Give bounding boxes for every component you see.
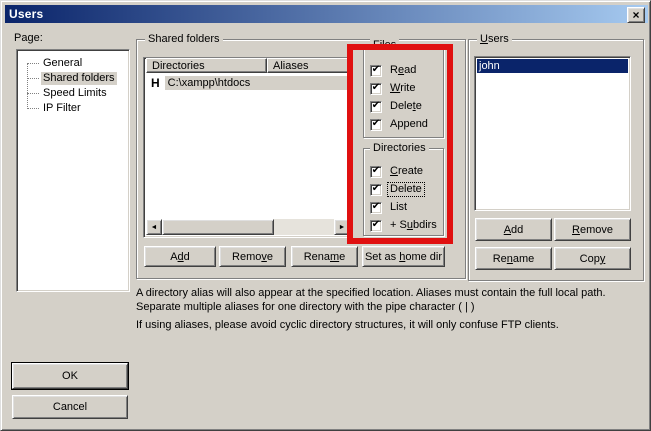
files-append-row: ✔ Append xyxy=(370,118,430,131)
files-group-label: Files xyxy=(370,39,399,52)
files-delete-row: ✔ Delete xyxy=(370,100,424,113)
arrow-left-icon: ◄ xyxy=(151,224,158,231)
set-as-home-dir-button[interactable]: Set as home dir xyxy=(362,246,445,267)
alias-info-text: A directory alias will also appear at th… xyxy=(136,286,648,314)
tree-item-label: Speed Limits xyxy=(41,87,109,100)
arrow-right-icon: ► xyxy=(339,224,346,231)
tree-item-label: General xyxy=(41,57,84,70)
dirs-delete-row: ✔ Delete xyxy=(370,183,424,196)
ok-button[interactable]: OK xyxy=(12,363,128,389)
dir-delete-label: Delete xyxy=(388,183,424,196)
copy-user-button[interactable]: Copy xyxy=(554,247,631,270)
user-row-selected[interactable]: john xyxy=(477,59,628,73)
file-delete-checkbox[interactable]: ✔ xyxy=(370,101,382,113)
read-label: Read xyxy=(388,64,418,77)
shared-folders-group-label: Shared folders xyxy=(145,33,223,46)
create-label: Create xyxy=(388,165,425,178)
files-write-row: ✔ Write xyxy=(370,82,417,95)
rename-user-button[interactable]: Rename xyxy=(475,247,552,270)
column-header-directories[interactable]: Directories xyxy=(146,58,267,73)
users-list[interactable]: john xyxy=(474,56,631,211)
read-checkbox[interactable]: ✔ xyxy=(370,65,382,77)
folder-row[interactable]: H C:\xampp\htdocs xyxy=(146,75,350,90)
files-read-row: ✔ Read xyxy=(370,64,418,77)
close-button[interactable]: × xyxy=(627,7,645,23)
tree-item-speed-limits[interactable]: Speed Limits xyxy=(17,86,129,101)
list-checkbox[interactable]: ✔ xyxy=(370,202,382,214)
remove-folder-button[interactable]: Remove xyxy=(219,246,286,267)
subdirs-label: + Subdirs xyxy=(388,219,439,232)
close-icon: × xyxy=(632,10,639,20)
write-label: Write xyxy=(388,82,417,95)
dir-delete-checkbox[interactable]: ✔ xyxy=(370,184,382,196)
directories-group-label: Directories xyxy=(370,142,429,155)
dirs-list-row: ✔ List xyxy=(370,201,409,214)
list-label: List xyxy=(388,201,409,214)
dirs-create-row: ✔ Create xyxy=(370,165,425,178)
tree-item-label-selected: Shared folders xyxy=(41,72,117,85)
page-tree: General Shared folders Speed Limits IP F… xyxy=(16,49,130,292)
scroll-right-button[interactable]: ► xyxy=(334,219,350,235)
tree-item-general[interactable]: General xyxy=(17,56,129,71)
add-folder-button[interactable]: Add xyxy=(144,246,216,267)
title-bar: Users × xyxy=(5,5,648,23)
write-checkbox[interactable]: ✔ xyxy=(370,83,382,95)
scrollbar-thumb[interactable] xyxy=(162,219,274,235)
page-label: Page: xyxy=(14,32,43,44)
users-group-label: Users xyxy=(477,33,512,46)
scroll-left-button[interactable]: ◄ xyxy=(146,219,162,235)
create-checkbox[interactable]: ✔ xyxy=(370,166,382,178)
directory-cell: C:\xampp\htdocs xyxy=(165,76,350,90)
horizontal-scrollbar[interactable]: ◄ ► xyxy=(146,219,350,235)
subdirs-checkbox[interactable]: ✔ xyxy=(370,220,382,232)
home-directory-marker: H xyxy=(146,76,165,90)
file-delete-label: Delete xyxy=(388,100,424,113)
add-user-button[interactable]: Add xyxy=(475,218,552,241)
dirs-subdirs-row: ✔ + Subdirs xyxy=(370,219,439,232)
tree-item-label: IP Filter xyxy=(41,102,83,115)
append-checkbox[interactable]: ✔ xyxy=(370,119,382,131)
folder-list[interactable]: Directories Aliases H C:\xampp\htdocs ◄ … xyxy=(143,57,353,238)
users-dialog: Users × Page: General Shared folders Spe… xyxy=(0,0,651,431)
rename-folder-button[interactable]: Rename xyxy=(291,246,358,267)
append-label: Append xyxy=(388,118,430,131)
window-title: Users xyxy=(5,7,43,21)
remove-user-button[interactable]: Remove xyxy=(554,218,631,241)
tree-item-shared-folders[interactable]: Shared folders xyxy=(17,71,129,86)
column-header-aliases[interactable]: Aliases xyxy=(267,58,351,73)
tree-item-ip-filter[interactable]: IP Filter xyxy=(17,101,129,116)
cancel-button[interactable]: Cancel xyxy=(12,395,128,419)
cyclic-warning-text: If using aliases, please avoid cyclic di… xyxy=(136,318,648,332)
